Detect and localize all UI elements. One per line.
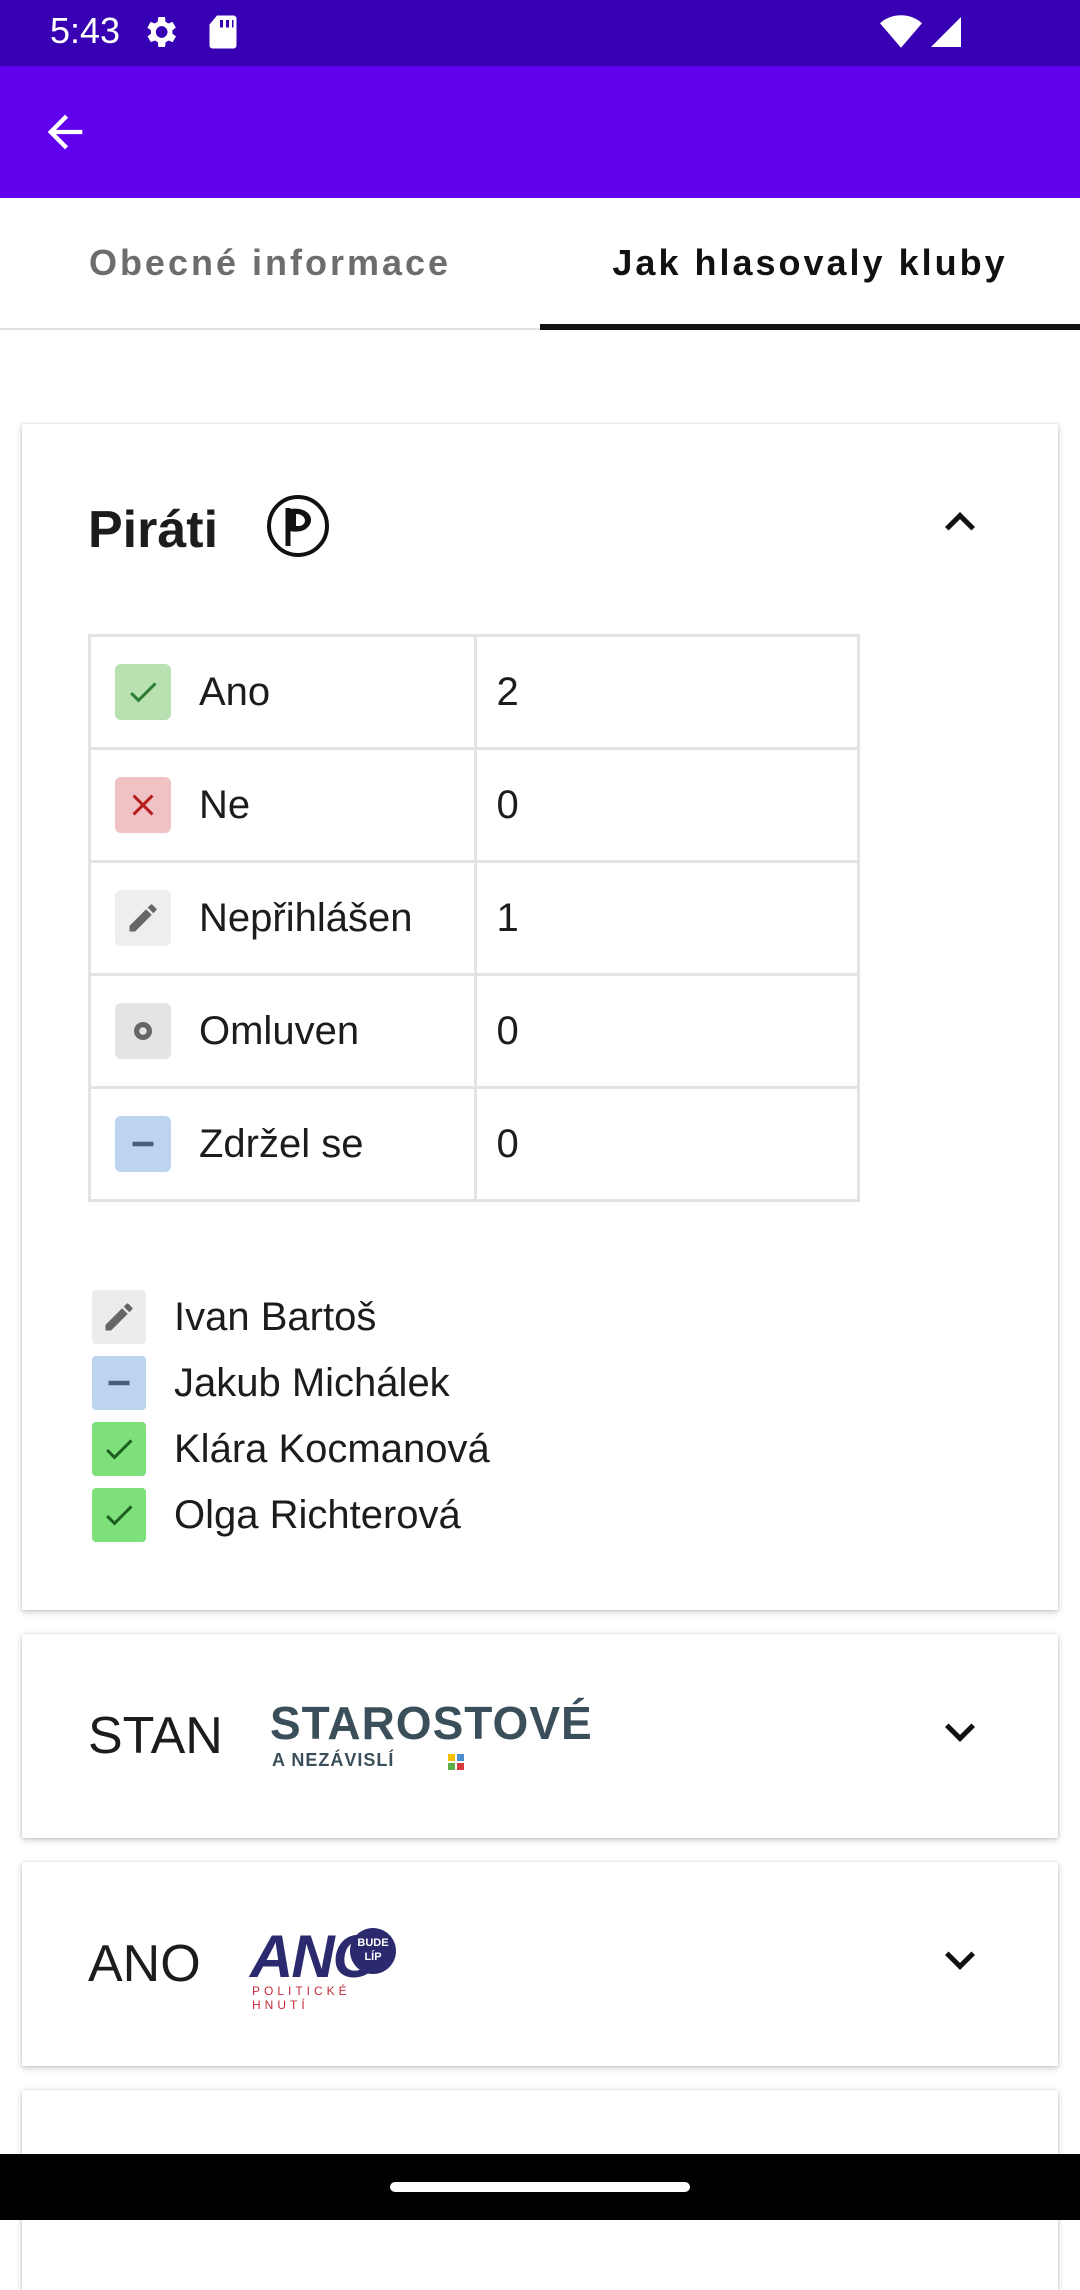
list-item: Olga Richterová (92, 1482, 490, 1548)
logo-badge: BUDE LÍP (350, 1928, 396, 1974)
list-item: Ivan Bartoš (92, 1284, 490, 1350)
logo-squares-icon (448, 1754, 464, 1770)
logo-subtext: POLITICKÉ HNUTÍ (252, 1984, 351, 2012)
table-row: Ne 0 (88, 747, 861, 863)
minus-icon (92, 1356, 146, 1410)
vote-count: 1 (473, 860, 861, 976)
dot-icon (115, 1003, 171, 1059)
vote-count: 0 (473, 973, 861, 1089)
check-icon (115, 664, 171, 720)
member-list: Ivan Bartoš Jakub Michálek Klára Kocmano… (92, 1284, 490, 1548)
vote-count: 2 (473, 634, 861, 750)
member-name: Klára Kocmanová (174, 1426, 490, 1471)
member-name: Olga Richterová (174, 1492, 461, 1537)
status-time: 5:43 (50, 10, 121, 51)
sd-card-icon (209, 15, 237, 49)
member-name: Ivan Bartoš (174, 1294, 377, 1339)
table-row: Zdržel se 0 (88, 1086, 861, 1202)
system-nav-bar (0, 2154, 1080, 2220)
minus-icon (115, 1116, 171, 1172)
vote-summary-table: Ano 2 Ne 0 Nepřihlášen 1 Omluven 0 Zdrže… (88, 634, 861, 1202)
vote-count: 0 (473, 747, 861, 863)
tab-indicator (540, 324, 1080, 330)
vote-label: Zdržel se (199, 1121, 364, 1166)
club-name: Piráti (88, 501, 219, 559)
expand-chevron-icon[interactable] (930, 1702, 990, 1762)
member-name: Jakub Michálek (174, 1360, 450, 1405)
ano-logo: ANO BUDE LÍP POLITICKÉ HNUTÍ (250, 1923, 410, 2012)
check-icon (92, 1488, 146, 1542)
club-card-pirati: Piráti Ano 2 Ne 0 Nepřihlášen 1 Omluven … (22, 424, 1058, 1610)
app-bar (0, 66, 1080, 198)
home-handle[interactable] (390, 2182, 690, 2192)
collapse-chevron-icon[interactable] (930, 492, 990, 552)
table-row: Nepřihlášen 1 (88, 860, 861, 976)
logo-subtext: A NEZÁVISLÍ (272, 1750, 395, 1770)
status-bar: 5:43 (0, 0, 1080, 66)
vote-count: 0 (473, 1086, 861, 1202)
vote-label: Omluven (199, 1008, 360, 1053)
club-card-stan[interactable]: STAN STAROSTOVÉ A NEZÁVISLÍ (22, 1634, 1058, 1838)
club-name: ANO (88, 1935, 201, 1993)
club-card-ano[interactable]: ANO ANO BUDE LÍP POLITICKÉ HNUTÍ (22, 1862, 1058, 2066)
vote-label: Ne (199, 782, 251, 827)
table-row: Ano 2 (88, 634, 861, 750)
settings-gear-icon (147, 17, 176, 47)
check-icon (92, 1422, 146, 1476)
table-row: Omluven 0 (88, 973, 861, 1089)
cross-icon (115, 777, 171, 833)
tab-club-votes[interactable]: Jak hlasovaly kluby (540, 198, 1080, 328)
list-item: Klára Kocmanová (92, 1416, 490, 1482)
tab-general-info[interactable]: Obecné informace (0, 198, 540, 328)
expand-chevron-icon[interactable] (930, 1930, 990, 1990)
list-item: Jakub Michálek (92, 1350, 490, 1416)
vote-label: Nepřihlášen (199, 895, 413, 940)
stan-logo: STAROSTOVÉ A NEZÁVISLÍ (270, 1696, 610, 1776)
pencil-icon (92, 1290, 146, 1344)
wifi-icon (880, 15, 922, 48)
pirate-party-logo-icon (267, 495, 329, 557)
logo-text: STAROSTOVÉ (270, 1697, 593, 1749)
pencil-icon (115, 890, 171, 946)
arrow-back-icon (47, 114, 83, 150)
tab-bar: Obecné informace Jak hlasovaly kluby (0, 198, 1080, 330)
cell-signal-icon (931, 17, 961, 47)
club-name: STAN (88, 1707, 223, 1765)
vote-label: Ano (199, 669, 271, 714)
back-button[interactable] (30, 102, 100, 162)
